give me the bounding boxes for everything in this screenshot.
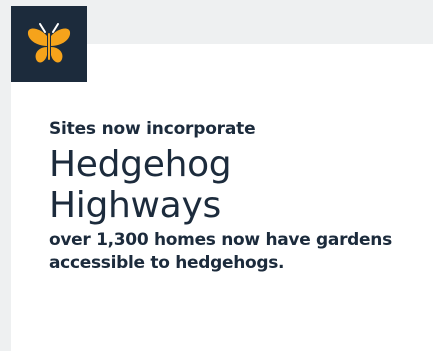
stat-card-content: Sites now incorporate Hedgehog Highways …	[49, 118, 419, 275]
logo[interactable]	[11, 6, 87, 82]
description-line-2: accessible to hedgehogs.	[49, 253, 285, 273]
stat-kicker: Sites now incorporate	[49, 119, 256, 139]
stat-description: over 1,300 homes now have gardens access…	[49, 229, 419, 275]
headline-line-1: Hedgehog	[49, 144, 232, 185]
headline-line-2: Highways	[49, 185, 221, 226]
butterfly-icon	[27, 23, 71, 63]
description-line-1: over 1,300 homes now have gardens	[49, 230, 392, 250]
stat-headline: Hedgehog Highways	[49, 144, 419, 226]
